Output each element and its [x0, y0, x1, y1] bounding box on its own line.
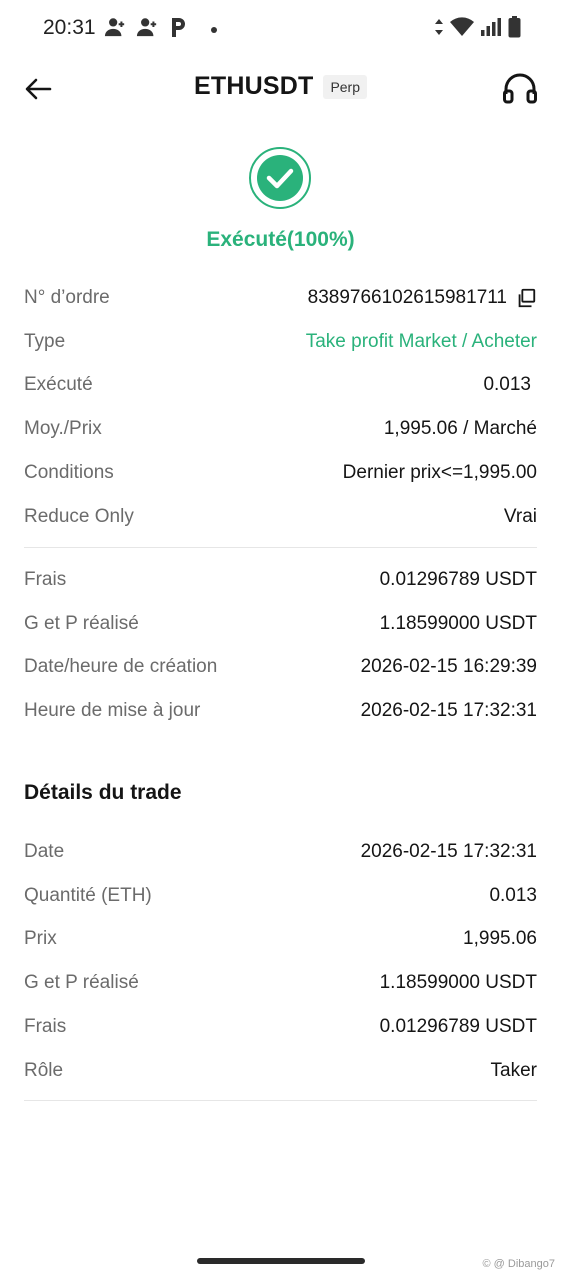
title-group: ETHUSDT Perp	[0, 72, 561, 101]
copy-icon[interactable]	[515, 287, 537, 309]
trade-section-title: Détails du trade	[24, 781, 182, 804]
trade-fees-value: 0.01296789 USDT	[379, 1016, 537, 1038]
conditions-label: Conditions	[24, 462, 114, 484]
divider	[24, 1100, 537, 1101]
realized-pnl-label: G et P réalisé	[24, 612, 139, 634]
detail-row-executed: Exécuté 0.013	[24, 364, 537, 408]
trade-role-label: Rôle	[24, 1059, 64, 1081]
fees-label: Frais	[24, 568, 67, 590]
trade-row-realized-pnl: G et P réalisé 1.18599000 USDT	[24, 961, 537, 1005]
person-add-icon	[136, 16, 158, 43]
battery-icon	[508, 16, 521, 43]
trade-row-price: Prix 1,995.06	[24, 918, 537, 962]
watermark: © @ Dibango7	[482, 1258, 555, 1270]
dot-icon	[210, 21, 218, 39]
divider	[24, 547, 537, 548]
trade-details: Date 2026-02-15 17:32:31 Quantité (ETH) …	[24, 830, 537, 1093]
conditions-value: Dernier prix<=1,995.00	[342, 462, 537, 484]
parking-icon	[168, 16, 188, 43]
check-circle-icon	[248, 146, 312, 210]
detail-row-created-at: Date/heure de création 2026-02-15 16:29:…	[24, 646, 537, 690]
created-at-value: 2026-02-15 16:29:39	[360, 656, 537, 678]
trade-pnl-label: G et P réalisé	[24, 972, 139, 994]
executed-value: 0.013	[483, 374, 531, 396]
top-bar: ETHUSDT Perp	[0, 60, 561, 118]
order-details: N° d’ordre 8389766102615981711 Type Take…	[24, 276, 537, 539]
support-button[interactable]	[501, 70, 539, 108]
trade-price-value: 1,995.06	[463, 928, 537, 950]
detail-row-updated-at: Heure de mise à jour 2026-02-15 17:32:31	[24, 689, 537, 733]
trade-fees-label: Frais	[24, 1016, 67, 1038]
avg-price-value: 1,995.06 / Marché	[383, 418, 537, 440]
fees-value: 0.01296789 USDT	[379, 568, 537, 590]
perp-badge: Perp	[323, 74, 368, 99]
realized-pnl-value: 1.18599000 USDT	[379, 612, 537, 634]
headphones-icon	[503, 73, 537, 104]
reduce-only-label: Reduce Only	[24, 505, 134, 527]
created-at-label: Date/heure de création	[24, 656, 218, 678]
trade-price-label: Prix	[24, 928, 57, 950]
trade-row-fees: Frais 0.01296789 USDT	[24, 1005, 537, 1049]
detail-row-avg-price: Moy./Prix 1,995.06 / Marché	[24, 407, 537, 451]
status-time: 20:31	[43, 16, 96, 39]
order-id-label: N° d’ordre	[24, 286, 110, 308]
fee-details: Frais 0.01296789 USDT G et P réalisé 1.1…	[24, 558, 537, 733]
home-indicator[interactable]	[197, 1258, 365, 1264]
data-arrows-icon	[434, 17, 444, 42]
order-id-value: 8389766102615981711	[307, 286, 507, 308]
trade-quantity-label: Quantité (ETH)	[24, 884, 152, 906]
trade-role-value: Taker	[490, 1059, 537, 1081]
detail-row-order-id: N° d’ordre 8389766102615981711	[24, 276, 537, 320]
wifi-icon	[450, 17, 474, 42]
system-icons	[434, 16, 521, 43]
updated-at-value: 2026-02-15 17:32:31	[360, 700, 537, 722]
notification-icons	[104, 16, 218, 43]
trade-row-quantity: Quantité (ETH) 0.013	[24, 874, 537, 918]
type-value: Take profit Market / Acheter	[305, 330, 537, 352]
trade-date-label: Date	[24, 840, 65, 862]
detail-row-conditions: Conditions Dernier prix<=1,995.00	[24, 451, 537, 495]
type-label: Type	[24, 330, 66, 352]
detail-row-realized-pnl: G et P réalisé 1.18599000 USDT	[24, 602, 537, 646]
trade-row-date: Date 2026-02-15 17:32:31	[24, 830, 537, 874]
trade-date-value: 2026-02-15 17:32:31	[360, 840, 537, 862]
executed-label: Exécuté	[24, 374, 93, 396]
avg-price-label: Moy./Prix	[24, 418, 102, 440]
trade-row-role: Rôle Taker	[24, 1049, 537, 1093]
person-add-icon	[104, 16, 126, 43]
trade-pnl-value: 1.18599000 USDT	[379, 972, 537, 994]
status-bar: 20:31	[0, 0, 561, 58]
updated-at-label: Heure de mise à jour	[24, 700, 201, 722]
page-title: ETHUSDT	[193, 72, 314, 100]
order-id-value-group: 8389766102615981711	[308, 287, 537, 309]
trade-quantity-value: 0.013	[489, 884, 537, 906]
order-status: Exécuté(100%)	[206, 228, 355, 251]
detail-row-type: Type Take profit Market / Acheter	[24, 320, 537, 364]
reduce-only-value: Vrai	[503, 505, 537, 527]
detail-row-fees: Frais 0.01296789 USDT	[24, 558, 537, 602]
signal-icon	[480, 17, 502, 42]
detail-row-reduce-only: Reduce Only Vrai	[24, 495, 537, 539]
